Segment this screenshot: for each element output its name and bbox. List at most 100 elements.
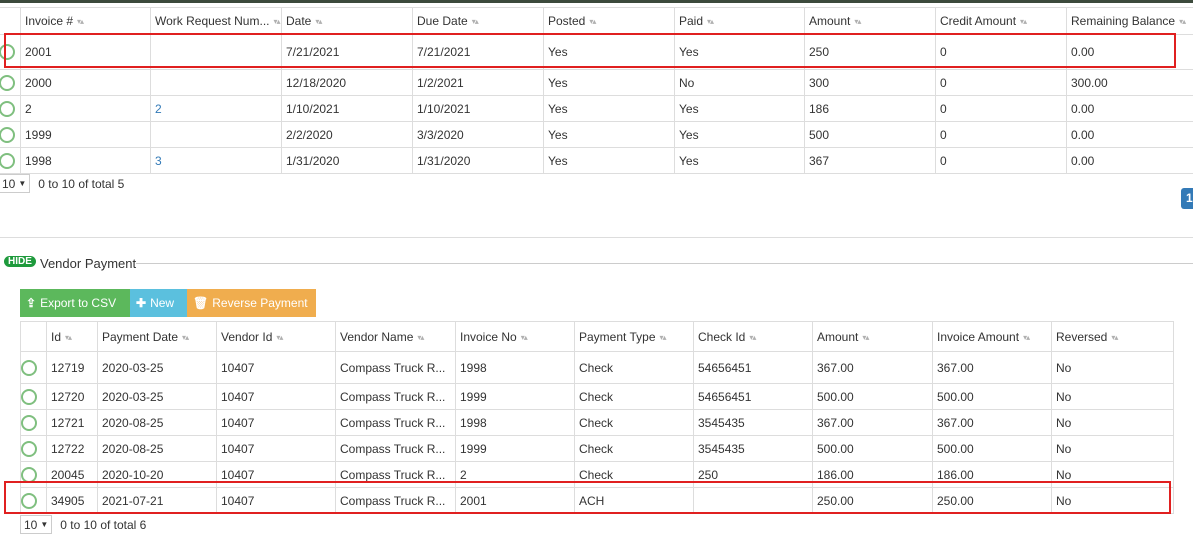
new-button[interactable]: ✚New: [130, 289, 187, 317]
column-header-label: Work Request Num...: [155, 14, 269, 28]
row-radio-button[interactable]: [0, 75, 15, 91]
cell-value: 0.00: [1071, 45, 1094, 59]
row-radio-button[interactable]: [21, 493, 37, 509]
table-cell: 0.00: [1067, 148, 1193, 174]
page-button-1[interactable]: 1: [1181, 188, 1193, 209]
column-header[interactable]: Credit Amount▾▴: [936, 8, 1067, 35]
sort-icon: ▾▴: [749, 333, 755, 342]
select-column-header: [21, 322, 47, 352]
column-header-label: Payment Date: [102, 330, 178, 344]
table-cell: 2020-03-25: [98, 352, 217, 384]
column-header[interactable]: Reversed▾▴: [1052, 322, 1174, 352]
column-header[interactable]: Paid▾▴: [675, 8, 805, 35]
cell-value: 3545435: [698, 442, 745, 456]
row-radio-button[interactable]: [0, 153, 15, 169]
table-row[interactable]: 19992/2/20203/3/2020YesYes50000.00: [0, 122, 1193, 148]
column-header[interactable]: Id▾▴: [47, 322, 98, 352]
column-header[interactable]: Check Id▾▴: [694, 322, 813, 352]
table-cell: Yes: [544, 122, 675, 148]
cell-value: 2: [460, 468, 467, 482]
table-cell: Yes: [675, 148, 805, 174]
table-row[interactable]: 127212020-08-2510407Compass Truck R...19…: [21, 410, 1174, 436]
row-radio-button[interactable]: [0, 44, 15, 60]
sort-icon: ▾▴: [1111, 333, 1117, 342]
table-row[interactable]: 127222020-08-2510407Compass Truck R...19…: [21, 436, 1174, 462]
section-divider: [0, 237, 1193, 238]
table-cell: 0.00: [1067, 122, 1193, 148]
cell-value: Compass Truck R...: [340, 494, 445, 508]
cell-value: 1999: [25, 128, 52, 142]
column-header[interactable]: Invoice # ▾▴: [21, 8, 151, 35]
table-cell: 3: [151, 148, 282, 174]
reverse-payment-button[interactable]: 🗑Reverse Payment: [187, 289, 316, 317]
table-row[interactable]: 127202020-03-2510407Compass Truck R...19…: [21, 384, 1174, 410]
column-header[interactable]: Amount▾▴: [813, 322, 933, 352]
cell-value: 54656451: [698, 390, 751, 404]
column-header[interactable]: Payment Date▾▴: [98, 322, 217, 352]
column-header[interactable]: Remaining Balance▾▴: [1067, 8, 1193, 35]
table-cell: 1999: [21, 122, 151, 148]
column-header-label: Invoice #: [25, 14, 73, 28]
hide-badge[interactable]: HIDE: [4, 256, 36, 267]
cell-value: 12722: [51, 442, 84, 456]
cell-value: 20045: [51, 468, 84, 482]
column-header[interactable]: Posted▾▴: [544, 8, 675, 35]
table-cell: Yes: [675, 35, 805, 70]
payment-page-size-select[interactable]: 10▼: [20, 515, 52, 534]
row-radio-button[interactable]: [21, 389, 37, 405]
row-radio-button[interactable]: [0, 101, 15, 117]
table-cell: 2020-10-20: [98, 462, 217, 488]
sort-icon: ▾▴: [77, 17, 83, 26]
cell-value: 250.00: [937, 494, 974, 508]
cell-value: 500: [809, 128, 829, 142]
row-select-cell: [21, 436, 47, 462]
column-header[interactable]: Payment Type▾▴: [575, 322, 694, 352]
section-title: Vendor Payment: [40, 256, 136, 271]
table-cell: 2: [456, 462, 575, 488]
table-row[interactable]: 127192020-03-2510407Compass Truck R...19…: [21, 352, 1174, 384]
table-cell: 186.00: [813, 462, 933, 488]
table-cell: 10407: [217, 384, 336, 410]
page-size-select[interactable]: 10▼: [0, 174, 30, 193]
table-cell: 300: [805, 70, 936, 96]
column-header[interactable]: Due Date▾▴: [413, 8, 544, 35]
cell-value: No: [679, 76, 694, 90]
table-cell: 2: [21, 96, 151, 122]
table-cell: 2020-08-25: [98, 410, 217, 436]
work-request-link[interactable]: 3: [155, 154, 162, 168]
payment-grid: Id▾▴Payment Date▾▴Vendor Id▾▴Vendor Name…: [20, 321, 1174, 514]
row-radio-button[interactable]: [0, 127, 15, 143]
column-header[interactable]: Date▾▴: [282, 8, 413, 35]
table-row[interactable]: 349052021-07-2110407Compass Truck R...20…: [21, 488, 1174, 514]
table-cell: 0: [936, 96, 1067, 122]
page-size-value: 10: [2, 177, 15, 191]
row-radio-button[interactable]: [21, 415, 37, 431]
cell-value: 1/10/2021: [286, 102, 339, 116]
table-cell: 12722: [47, 436, 98, 462]
cell-value: Check: [579, 416, 613, 430]
table-row[interactable]: 199831/31/20201/31/2020YesYes36700.00: [0, 148, 1193, 174]
table-cell: 10407: [217, 488, 336, 514]
row-radio-button[interactable]: [21, 467, 37, 483]
column-header[interactable]: Invoice No▾▴: [456, 322, 575, 352]
row-radio-button[interactable]: [21, 441, 37, 457]
column-header[interactable]: Vendor Id▾▴: [217, 322, 336, 352]
table-cell: No: [1052, 488, 1174, 514]
table-row[interactable]: 200452020-10-2010407Compass Truck R...2C…: [21, 462, 1174, 488]
export-csv-button[interactable]: ⇪Export to CSV: [20, 289, 130, 317]
work-request-link[interactable]: 2: [155, 102, 162, 116]
cell-value: 300.00: [1071, 76, 1108, 90]
table-row[interactable]: 200012/18/20201/2/2021YesNo3000300.00: [0, 70, 1193, 96]
column-header[interactable]: Amount▾▴: [805, 8, 936, 35]
column-header[interactable]: Invoice Amount▾▴: [933, 322, 1052, 352]
cell-value: 2: [25, 102, 32, 116]
table-cell: 367.00: [813, 352, 933, 384]
cell-value: 2000: [25, 76, 52, 90]
column-header[interactable]: Work Request Num...▾▴: [151, 8, 282, 35]
table-row[interactable]: 20017/21/20217/21/2021YesYes25000.00: [0, 35, 1193, 70]
column-header[interactable]: Vendor Name▾▴: [336, 322, 456, 352]
table-cell: Check: [575, 462, 694, 488]
cell-value: 0: [940, 76, 947, 90]
table-row[interactable]: 221/10/20211/10/2021YesYes18600.00: [0, 96, 1193, 122]
row-radio-button[interactable]: [21, 360, 37, 376]
